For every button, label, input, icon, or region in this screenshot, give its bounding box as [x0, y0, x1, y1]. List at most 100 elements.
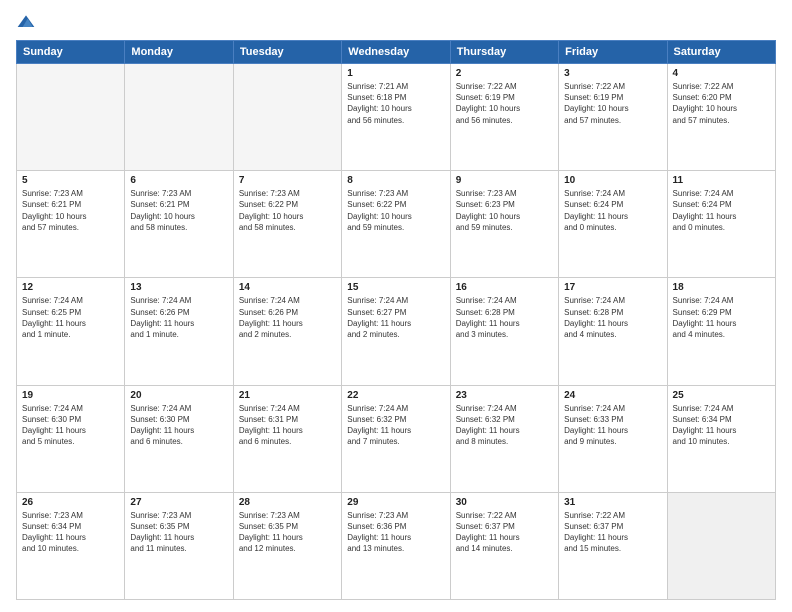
- day-number: 9: [456, 175, 553, 186]
- day-info: Sunrise: 7:22 AMSunset: 6:19 PMDaylight:…: [564, 81, 661, 126]
- calendar-table: SundayMondayTuesdayWednesdayThursdayFrid…: [16, 40, 776, 600]
- logo-icon: [16, 12, 36, 32]
- calendar-cell: 9 Sunrise: 7:23 AMSunset: 6:23 PMDaylight…: [450, 171, 558, 278]
- day-info: Sunrise: 7:23 AMSunset: 6:35 PMDaylight:…: [239, 510, 336, 555]
- day-info: Sunrise: 7:22 AMSunset: 6:37 PMDaylight:…: [564, 510, 661, 555]
- day-info: Sunrise: 7:24 AMSunset: 6:25 PMDaylight:…: [22, 295, 119, 340]
- day-number: 20: [130, 390, 227, 401]
- day-info: Sunrise: 7:22 AMSunset: 6:20 PMDaylight:…: [673, 81, 770, 126]
- calendar-cell: 5 Sunrise: 7:23 AMSunset: 6:21 PMDaylight…: [17, 171, 125, 278]
- day-number: 11: [673, 175, 770, 186]
- day-number: 18: [673, 282, 770, 293]
- calendar-cell: 21 Sunrise: 7:24 AMSunset: 6:31 PMDayligh…: [233, 385, 341, 492]
- day-number: 5: [22, 175, 119, 186]
- day-info: Sunrise: 7:24 AMSunset: 6:31 PMDaylight:…: [239, 403, 336, 448]
- day-info: Sunrise: 7:24 AMSunset: 6:30 PMDaylight:…: [22, 403, 119, 448]
- day-number: 30: [456, 497, 553, 508]
- day-number: 12: [22, 282, 119, 293]
- calendar-cell: 25 Sunrise: 7:24 AMSunset: 6:34 PMDayligh…: [667, 385, 775, 492]
- calendar-cell: 13 Sunrise: 7:24 AMSunset: 6:26 PMDayligh…: [125, 278, 233, 385]
- calendar-cell: 12 Sunrise: 7:24 AMSunset: 6:25 PMDayligh…: [17, 278, 125, 385]
- day-number: 1: [347, 68, 444, 79]
- day-number: 3: [564, 68, 661, 79]
- calendar-cell: 8 Sunrise: 7:23 AMSunset: 6:22 PMDaylight…: [342, 171, 450, 278]
- day-number: 13: [130, 282, 227, 293]
- day-number: 10: [564, 175, 661, 186]
- calendar-cell: 3 Sunrise: 7:22 AMSunset: 6:19 PMDaylight…: [559, 64, 667, 171]
- calendar-cell: 14 Sunrise: 7:24 AMSunset: 6:26 PMDayligh…: [233, 278, 341, 385]
- day-info: Sunrise: 7:23 AMSunset: 6:35 PMDaylight:…: [130, 510, 227, 555]
- day-number: 26: [22, 497, 119, 508]
- day-number: 27: [130, 497, 227, 508]
- calendar-cell: [667, 492, 775, 599]
- day-info: Sunrise: 7:23 AMSunset: 6:34 PMDaylight:…: [22, 510, 119, 555]
- calendar-cell: 22 Sunrise: 7:24 AMSunset: 6:32 PMDayligh…: [342, 385, 450, 492]
- day-info: Sunrise: 7:23 AMSunset: 6:21 PMDaylight:…: [130, 188, 227, 233]
- calendar-cell: 26 Sunrise: 7:23 AMSunset: 6:34 PMDayligh…: [17, 492, 125, 599]
- calendar-cell: 10 Sunrise: 7:24 AMSunset: 6:24 PMDayligh…: [559, 171, 667, 278]
- day-info: Sunrise: 7:23 AMSunset: 6:36 PMDaylight:…: [347, 510, 444, 555]
- page: SundayMondayTuesdayWednesdayThursdayFrid…: [0, 0, 792, 612]
- calendar-cell: 23 Sunrise: 7:24 AMSunset: 6:32 PMDayligh…: [450, 385, 558, 492]
- day-info: Sunrise: 7:23 AMSunset: 6:23 PMDaylight:…: [456, 188, 553, 233]
- day-number: 22: [347, 390, 444, 401]
- calendar-cell: 24 Sunrise: 7:24 AMSunset: 6:33 PMDayligh…: [559, 385, 667, 492]
- col-header-sunday: Sunday: [17, 41, 125, 64]
- day-number: 21: [239, 390, 336, 401]
- day-number: 8: [347, 175, 444, 186]
- col-header-monday: Monday: [125, 41, 233, 64]
- col-header-saturday: Saturday: [667, 41, 775, 64]
- day-number: 25: [673, 390, 770, 401]
- calendar-cell: [17, 64, 125, 171]
- day-number: 14: [239, 282, 336, 293]
- day-info: Sunrise: 7:24 AMSunset: 6:26 PMDaylight:…: [239, 295, 336, 340]
- day-number: 4: [673, 68, 770, 79]
- day-info: Sunrise: 7:23 AMSunset: 6:22 PMDaylight:…: [239, 188, 336, 233]
- calendar-cell: [125, 64, 233, 171]
- calendar-cell: 16Sunrise: 7:24 AMSunset: 6:28 PMDayligh…: [450, 278, 558, 385]
- logo: [16, 12, 40, 32]
- calendar-cell: 7 Sunrise: 7:23 AMSunset: 6:22 PMDaylight…: [233, 171, 341, 278]
- calendar-cell: 20 Sunrise: 7:24 AMSunset: 6:30 PMDayligh…: [125, 385, 233, 492]
- day-info: Sunrise: 7:24 AMSunset: 6:28 PMDaylight:…: [564, 295, 661, 340]
- day-number: 23: [456, 390, 553, 401]
- day-info: Sunrise: 7:24 AMSunset: 6:29 PMDaylight:…: [673, 295, 770, 340]
- calendar-cell: [233, 64, 341, 171]
- day-number: 19: [22, 390, 119, 401]
- day-info: Sunrise: 7:24 AMSunset: 6:32 PMDaylight:…: [347, 403, 444, 448]
- day-info: Sunrise: 7:24 AMSunset: 6:34 PMDaylight:…: [673, 403, 770, 448]
- day-number: 31: [564, 497, 661, 508]
- calendar-cell: 1 Sunrise: 7:21 AMSunset: 6:18 PMDaylight…: [342, 64, 450, 171]
- day-number: 7: [239, 175, 336, 186]
- day-info: Sunrise: 7:24 AMSunset: 6:24 PMDaylight:…: [564, 188, 661, 233]
- calendar-cell: 28 Sunrise: 7:23 AMSunset: 6:35 PMDayligh…: [233, 492, 341, 599]
- calendar-cell: 17Sunrise: 7:24 AMSunset: 6:28 PMDayligh…: [559, 278, 667, 385]
- day-info: Sunrise: 7:24 AMSunset: 6:30 PMDaylight:…: [130, 403, 227, 448]
- calendar-cell: 30 Sunrise: 7:22 AMSunset: 6:37 PMDayligh…: [450, 492, 558, 599]
- day-info: Sunrise: 7:24 AMSunset: 6:26 PMDaylight:…: [130, 295, 227, 340]
- col-header-wednesday: Wednesday: [342, 41, 450, 64]
- calendar-cell: 27 Sunrise: 7:23 AMSunset: 6:35 PMDayligh…: [125, 492, 233, 599]
- day-number: 28: [239, 497, 336, 508]
- day-number: 15: [347, 282, 444, 293]
- day-number: 16: [456, 282, 553, 293]
- calendar-cell: 11 Sunrise: 7:24 AMSunset: 6:24 PMDayligh…: [667, 171, 775, 278]
- col-header-tuesday: Tuesday: [233, 41, 341, 64]
- calendar-cell: 4 Sunrise: 7:22 AMSunset: 6:20 PMDaylight…: [667, 64, 775, 171]
- day-info: Sunrise: 7:24 AMSunset: 6:32 PMDaylight:…: [456, 403, 553, 448]
- col-header-thursday: Thursday: [450, 41, 558, 64]
- day-info: Sunrise: 7:23 AMSunset: 6:21 PMDaylight:…: [22, 188, 119, 233]
- calendar-cell: 19 Sunrise: 7:24 AMSunset: 6:30 PMDayligh…: [17, 385, 125, 492]
- day-info: Sunrise: 7:23 AMSunset: 6:22 PMDaylight:…: [347, 188, 444, 233]
- day-number: 29: [347, 497, 444, 508]
- day-info: Sunrise: 7:22 AMSunset: 6:37 PMDaylight:…: [456, 510, 553, 555]
- calendar-cell: 18 Sunrise: 7:24 AMSunset: 6:29 PMDayligh…: [667, 278, 775, 385]
- day-number: 24: [564, 390, 661, 401]
- day-info: Sunrise: 7:24 AMSunset: 6:24 PMDaylight:…: [673, 188, 770, 233]
- day-info: Sunrise: 7:21 AMSunset: 6:18 PMDaylight:…: [347, 81, 444, 126]
- calendar-cell: 29 Sunrise: 7:23 AMSunset: 6:36 PMDayligh…: [342, 492, 450, 599]
- day-number: 6: [130, 175, 227, 186]
- calendar-cell: 6 Sunrise: 7:23 AMSunset: 6:21 PMDaylight…: [125, 171, 233, 278]
- col-header-friday: Friday: [559, 41, 667, 64]
- day-info: Sunrise: 7:24 AMSunset: 6:33 PMDaylight:…: [564, 403, 661, 448]
